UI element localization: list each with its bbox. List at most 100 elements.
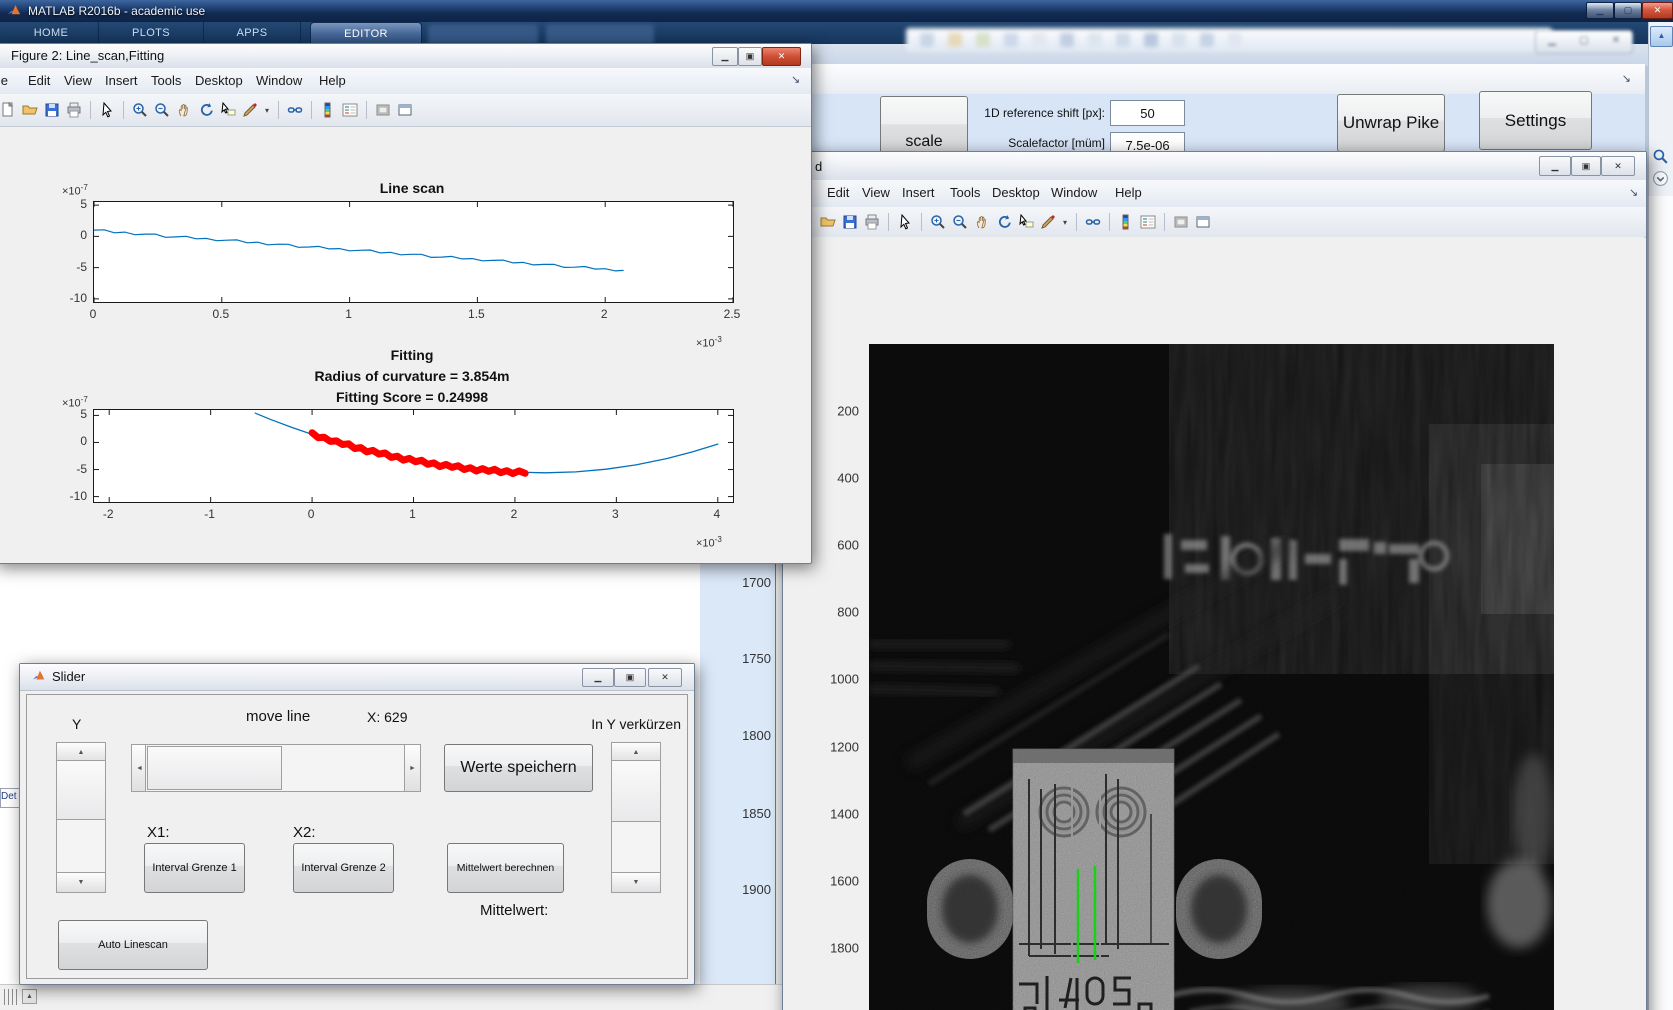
- zoom-in-icon[interactable]: [929, 213, 947, 231]
- slider-titlebar[interactable]: Slider ▁ ▣ ✕: [20, 664, 694, 691]
- auto-linescan-button[interactable]: Auto Linescan: [58, 920, 208, 970]
- rotate-3d-icon[interactable]: [995, 213, 1013, 231]
- move-line-thumb[interactable]: [147, 746, 282, 790]
- panel-collapse-button[interactable]: ▲: [22, 989, 37, 1004]
- y-slider-thumb[interactable]: [56, 760, 106, 820]
- dock-figure-arrow-icon[interactable]: ↘: [791, 73, 800, 86]
- print-icon[interactable]: [65, 101, 83, 119]
- slider-minimize-button[interactable]: ▁: [582, 668, 614, 687]
- pointer-tool-icon[interactable]: [896, 213, 914, 231]
- main-minimize-button[interactable]: ▁: [1586, 2, 1614, 19]
- pointer-tool-icon[interactable]: [98, 101, 116, 119]
- f2-menu-tools[interactable]: Tools: [151, 73, 181, 88]
- legend-icon[interactable]: [1139, 213, 1157, 231]
- f2-menu-insert[interactable]: Insert: [105, 73, 138, 88]
- f2-menu-file[interactable]: File: [0, 73, 8, 88]
- dock-figure-arrow-icon[interactable]: ↘: [1622, 72, 1631, 85]
- fr-menu-desktop[interactable]: Desktop: [992, 185, 1040, 200]
- main-maximize-button[interactable]: ▢: [1614, 2, 1642, 19]
- search-icon[interactable]: [1652, 148, 1669, 170]
- grip-icon[interactable]: [4, 989, 18, 1005]
- tab-ghost-blurred-2[interactable]: [546, 24, 654, 44]
- ref-shift-input[interactable]: 50: [1110, 100, 1185, 126]
- figure2-close-button[interactable]: ✕: [762, 47, 801, 66]
- fr-menu-view[interactable]: View: [862, 185, 890, 200]
- chevron-down-circle-icon[interactable]: [1652, 170, 1669, 192]
- settings-button[interactable]: Settings: [1479, 91, 1592, 150]
- brush-dropdown-icon[interactable]: ▾: [263, 101, 271, 119]
- f2-menu-view[interactable]: View: [64, 73, 92, 88]
- link-plot-icon[interactable]: [1084, 213, 1102, 231]
- plot2-axes[interactable]: [93, 409, 734, 503]
- unwrap-pike-button[interactable]: Unwrap Pike: [1337, 94, 1445, 152]
- pan-hand-icon[interactable]: [175, 101, 193, 119]
- shorten-y-down-button[interactable]: ▼: [611, 872, 661, 893]
- tab-home[interactable]: HOME: [4, 22, 99, 44]
- x-tick-label: 2: [600, 307, 608, 321]
- print-icon[interactable]: [863, 213, 881, 231]
- figure-right-titlebar[interactable]: d ▁ ▣ ✕: [783, 152, 1646, 181]
- slider-close-button[interactable]: ✕: [648, 668, 682, 687]
- interferogram-image[interactable]: [868, 344, 1554, 1010]
- f2-menu-desktop[interactable]: Desktop: [195, 73, 243, 88]
- background-window-caption-buttons-blurred[interactable]: ▁ ▢ ✕: [1535, 30, 1633, 54]
- legend-icon[interactable]: [341, 101, 359, 119]
- background-ruler-tick: 1800: [742, 728, 771, 743]
- interval-limit-2-button[interactable]: Interval Grenze 2: [293, 843, 394, 893]
- figure-right-close-button[interactable]: ✕: [1601, 156, 1635, 176]
- tab-apps[interactable]: APPS: [204, 22, 301, 44]
- plot1-title: Line scan: [379, 180, 445, 196]
- figure2-minimize-button[interactable]: ▁: [712, 47, 738, 66]
- brush-icon[interactable]: [1039, 213, 1057, 231]
- f2-menu-window[interactable]: Window: [256, 73, 302, 88]
- y-slider-down-button[interactable]: ▼: [56, 872, 106, 893]
- figure2-titlebar[interactable]: Figure 2: Line_scan,Fitting ▁ ▣ ✕: [0, 44, 811, 69]
- dock-figure-arrow-icon[interactable]: ↘: [1629, 186, 1638, 199]
- tab-plots[interactable]: PLOTS: [99, 22, 204, 44]
- data-cursor-icon[interactable]: [1017, 213, 1035, 231]
- fr-menu-insert[interactable]: Insert: [902, 185, 935, 200]
- figure-right-restore-button[interactable]: ▣: [1571, 156, 1601, 176]
- colorbar-icon[interactable]: [1117, 213, 1135, 231]
- matlab-logo-icon: [7, 3, 22, 21]
- brush-icon[interactable]: [241, 101, 259, 119]
- plot1-axes[interactable]: [93, 201, 734, 303]
- save-icon[interactable]: [43, 101, 61, 119]
- rotate-3d-icon[interactable]: [197, 101, 215, 119]
- shorten-y-thumb[interactable]: [611, 760, 661, 822]
- open-icon[interactable]: [819, 213, 837, 231]
- fr-menu-window[interactable]: Window: [1051, 185, 1097, 200]
- f2-menu-help[interactable]: Help: [319, 73, 346, 88]
- zoom-in-icon[interactable]: [131, 101, 149, 119]
- image-y-tick-label: 800: [837, 604, 859, 620]
- zoom-out-icon[interactable]: [153, 101, 171, 119]
- compute-mean-button[interactable]: Mittelwert berechnen: [447, 843, 564, 893]
- slider-restore-button[interactable]: ▣: [614, 668, 646, 687]
- f2-menu-edit[interactable]: Edit: [28, 73, 50, 88]
- fr-menu-tools[interactable]: Tools: [950, 185, 980, 200]
- pan-hand-icon[interactable]: [973, 213, 991, 231]
- dock-gray-icon[interactable]: [374, 101, 392, 119]
- open-icon[interactable]: [21, 101, 39, 119]
- colorbar-icon[interactable]: [319, 101, 337, 119]
- save-values-button[interactable]: Werte speichern: [444, 744, 593, 792]
- scroll-up-button[interactable]: ▲: [1650, 26, 1673, 47]
- link-plot-icon[interactable]: [286, 101, 304, 119]
- interval-limit-1-button[interactable]: Interval Grenze 1: [144, 843, 245, 893]
- new-figure-icon[interactable]: [0, 101, 17, 119]
- save-icon[interactable]: [841, 213, 859, 231]
- dock-gray-icon[interactable]: [1172, 213, 1190, 231]
- fr-menu-help[interactable]: Help: [1115, 185, 1142, 200]
- tab-ghost-blurred-1[interactable]: [428, 24, 538, 44]
- move-line-right-button[interactable]: ►: [404, 744, 421, 792]
- fr-menu-edit[interactable]: Edit: [827, 185, 849, 200]
- figure-right-minimize-button[interactable]: ▁: [1539, 156, 1571, 176]
- figure2-restore-button[interactable]: ▣: [738, 47, 762, 66]
- scale-button[interactable]: scale: [880, 96, 968, 158]
- data-cursor-icon[interactable]: [219, 101, 237, 119]
- dock-white-icon[interactable]: [396, 101, 414, 119]
- main-close-button[interactable]: ✕: [1642, 2, 1673, 19]
- brush-dropdown-icon[interactable]: ▾: [1061, 213, 1069, 231]
- dock-white-icon[interactable]: [1194, 213, 1212, 231]
- zoom-out-icon[interactable]: [951, 213, 969, 231]
